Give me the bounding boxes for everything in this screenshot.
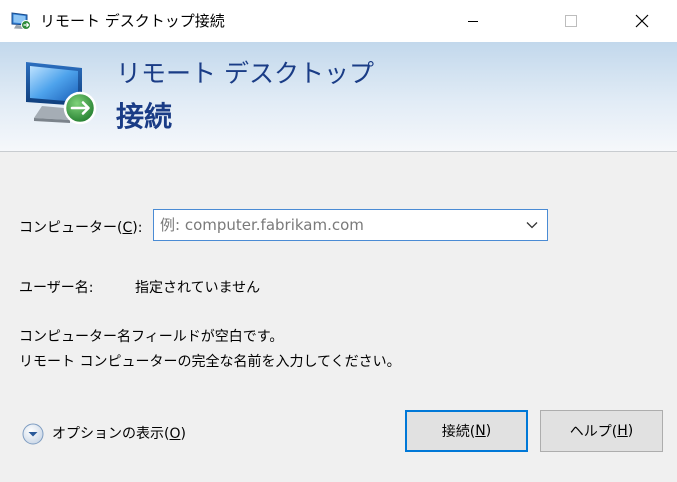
banner-divider: [0, 151, 677, 152]
show-options-label[interactable]: オプションの表示(O): [52, 424, 186, 444]
computer-combobox[interactable]: [153, 209, 548, 241]
close-icon: [635, 14, 649, 28]
computer-label-suffix: ):: [132, 220, 143, 236]
minimize-icon: [468, 21, 478, 22]
show-options-prefix: オプションの表示(: [52, 426, 170, 442]
validation-message-line2: リモート コンピューターの完全な名前を入力してください。: [19, 354, 401, 370]
computer-label: コンピューター(C):: [19, 218, 142, 238]
show-options-accesskey: O: [169, 426, 181, 442]
remote-desktop-icon: [26, 62, 97, 125]
connect-button-prefix: 接続(: [441, 424, 476, 440]
help-button[interactable]: ヘルプ(H): [540, 410, 663, 452]
validation-message-line1: コンピューター名フィールドが空白です。: [19, 329, 284, 345]
maximize-icon: [565, 15, 577, 27]
maximize-button[interactable]: [541, 0, 601, 42]
username-value: 指定されていません: [135, 280, 261, 296]
remote-desktop-window: リモート デスクトップ接続 リモート デスクトップ 接続 コンピューター(C):…: [0, 0, 677, 482]
banner-title-line2: 接続: [116, 100, 173, 133]
computer-input[interactable]: [160, 210, 510, 240]
computer-label-prefix: コンピューター(: [19, 220, 123, 236]
show-options-suffix: ): [180, 426, 186, 442]
username-label: ユーザー名:: [19, 280, 94, 296]
banner-title-line1: リモート デスクトップ: [116, 59, 374, 88]
connect-button-suffix: ): [485, 423, 492, 439]
close-button[interactable]: [612, 0, 672, 42]
computer-label-accesskey: C: [122, 220, 133, 236]
minimize-button[interactable]: [443, 0, 503, 42]
window-title: リモート デスクトップ接続: [40, 12, 225, 30]
help-button-prefix: ヘルプ(: [569, 424, 618, 440]
title-bar[interactable]: リモート デスクトップ接続: [0, 0, 677, 42]
show-options-toggle[interactable]: オプションの表示(O): [22, 422, 186, 446]
connect-button[interactable]: 接続(N): [405, 410, 528, 452]
connect-button-accesskey: N: [475, 423, 486, 439]
help-button-accesskey: H: [617, 423, 628, 439]
remote-desktop-icon: [11, 12, 31, 30]
help-button-suffix: ): [627, 423, 634, 439]
chevron-down-circle-icon[interactable]: [22, 423, 44, 445]
chevron-down-icon[interactable]: [525, 219, 539, 231]
